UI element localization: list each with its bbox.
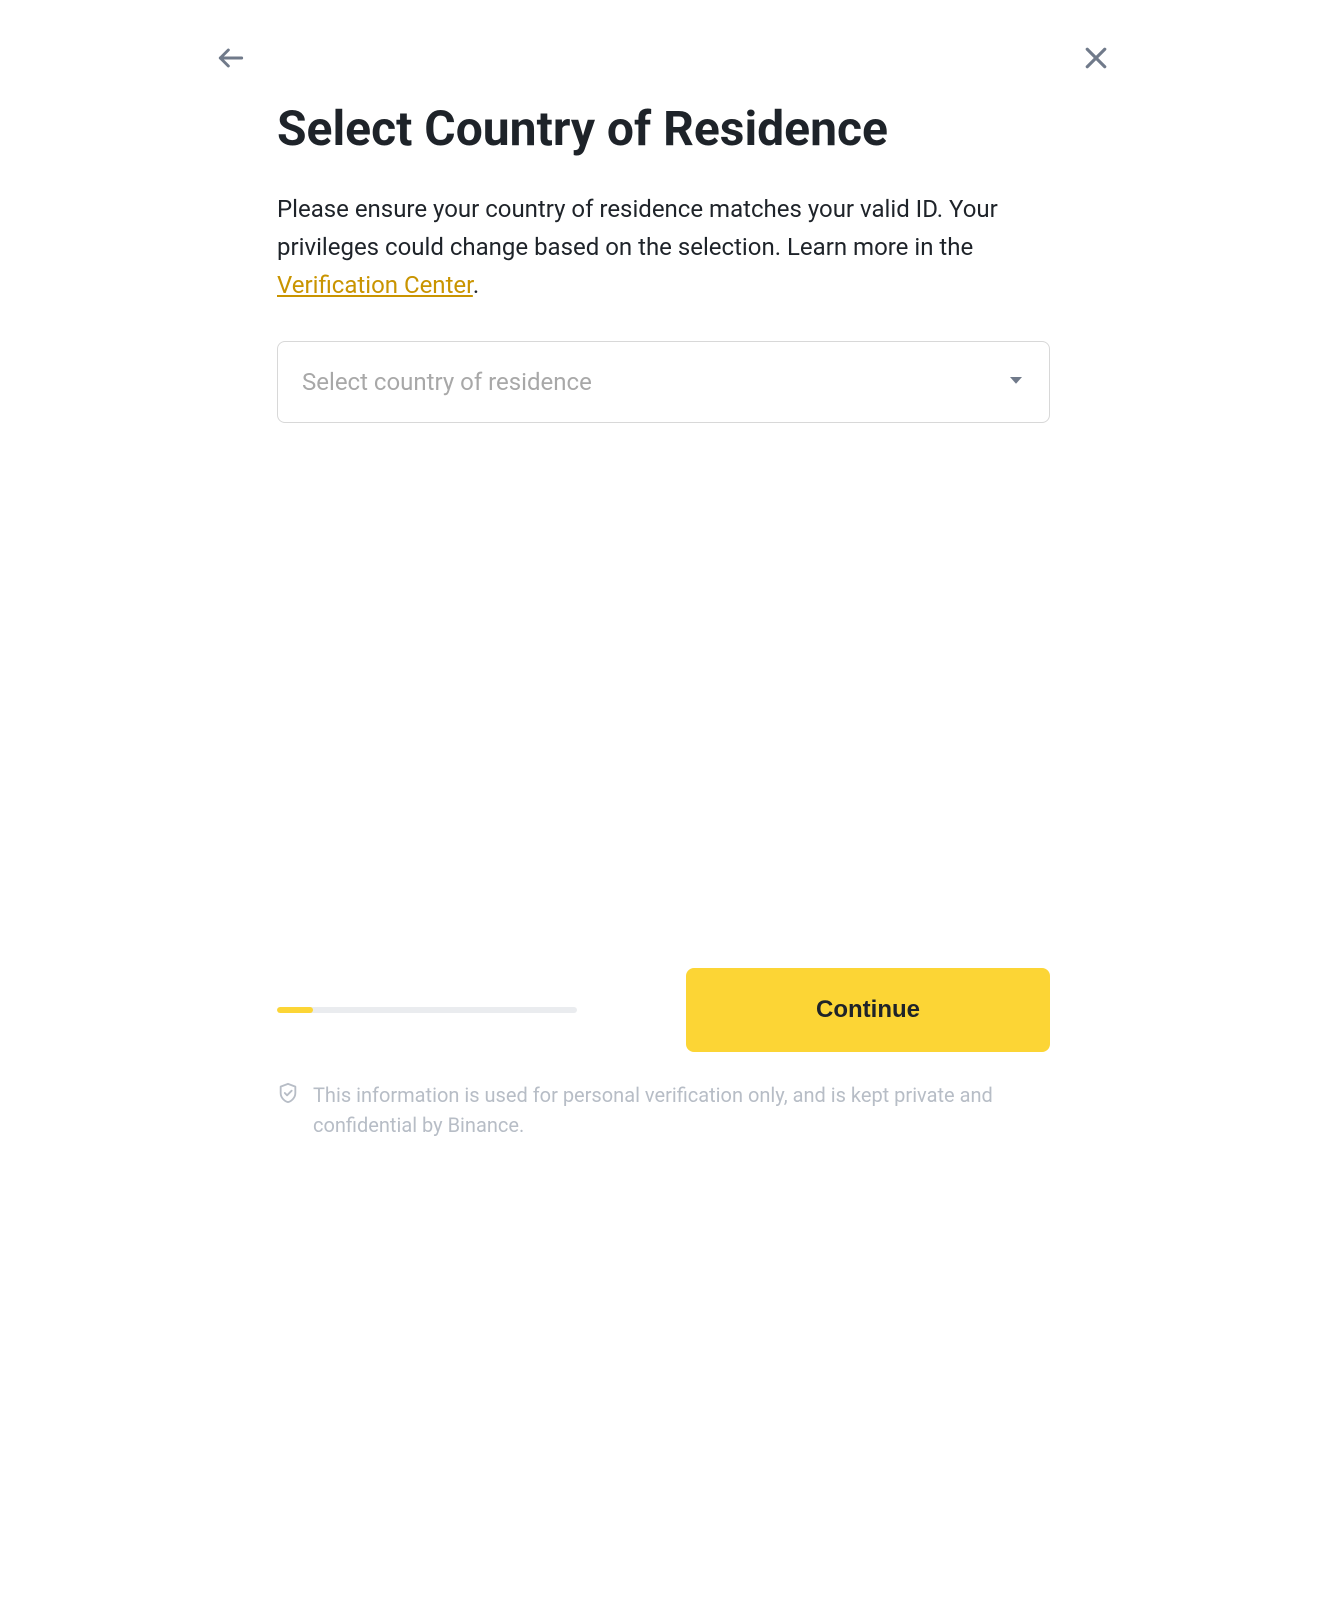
back-button[interactable] (213, 40, 249, 76)
modal-content: Select Country of Residence Please ensur… (213, 100, 1114, 1140)
progress-fill (277, 1007, 313, 1013)
country-select[interactable]: Select country of residence (277, 341, 1050, 423)
country-select-placeholder: Select country of residence (302, 368, 1007, 396)
footer-row: Continue (277, 968, 1050, 1052)
page-title: Select Country of Residence (277, 100, 1050, 158)
arrow-left-icon (215, 42, 247, 74)
modal-top-bar (213, 40, 1114, 76)
progress-bar (277, 1007, 577, 1013)
shield-check-icon (277, 1082, 299, 1112)
privacy-note: This information is used for personal ve… (277, 1080, 1050, 1140)
chevron-down-icon (1007, 371, 1025, 393)
spacer (277, 423, 1050, 968)
continue-button[interactable]: Continue (686, 968, 1050, 1052)
close-icon (1081, 43, 1111, 73)
description-prefix: Please ensure your country of residence … (277, 195, 998, 261)
description-text: Please ensure your country of residence … (277, 190, 1050, 305)
verification-center-link[interactable]: Verification Center (277, 271, 473, 299)
country-residence-modal: Select Country of Residence Please ensur… (165, 0, 1162, 1200)
description-suffix: . (473, 271, 479, 299)
close-button[interactable] (1078, 40, 1114, 76)
privacy-text: This information is used for personal ve… (313, 1080, 1050, 1140)
